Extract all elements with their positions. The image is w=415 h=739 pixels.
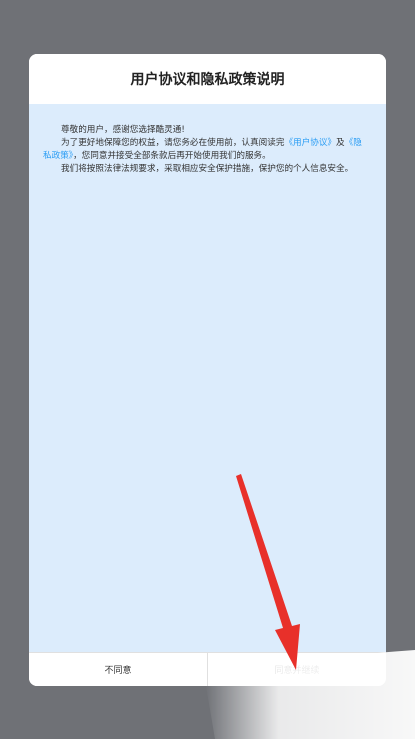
user-agreement-link[interactable]: 《用户协议》: [284, 138, 336, 148]
para1-post: ，您同意并接受全部条款后再开始使用我们的服务。: [73, 151, 271, 161]
agree-button[interactable]: 同意并继续: [207, 653, 386, 686]
greeting-text: 尊敬的用户，感谢您选择酷灵通!: [61, 125, 185, 135]
agreement-paragraph: 为了更好地保障您的权益，请您务必在使用前，认真阅读完《用户协议》及《隐私政策》，…: [43, 137, 368, 163]
dialog-content: 尊敬的用户，感谢您选择酷灵通! 为了更好地保障您的权益，请您务必在使用前，认真阅…: [29, 104, 386, 652]
disagree-button[interactable]: 不同意: [29, 653, 207, 686]
security-paragraph: 我们将按照法律法规要求，采取相应安全保护措施，保护您的个人信息安全。: [61, 164, 354, 174]
privacy-dialog: 用户协议和隐私政策说明 尊敬的用户，感谢您选择酷灵通! 为了更好地保障您的权益，…: [29, 54, 386, 686]
dialog-footer: 不同意 同意并继续: [29, 652, 386, 686]
dialog-title: 用户协议和隐私政策说明: [29, 54, 386, 104]
para1-mid: 及: [336, 138, 345, 148]
para1-pre: 为了更好地保障您的权益，请您务必在使用前，认真阅读完: [61, 138, 285, 148]
